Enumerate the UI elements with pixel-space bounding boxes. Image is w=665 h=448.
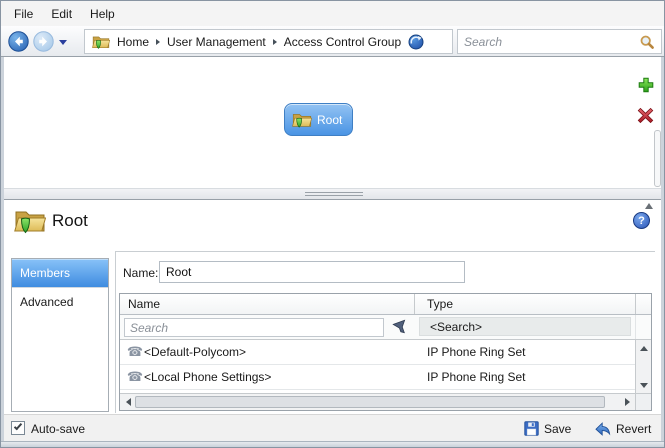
toolbar-search-input[interactable] xyxy=(458,35,639,49)
search-magnifier-icon[interactable] xyxy=(639,34,661,50)
save-label: Save xyxy=(544,422,571,436)
scroll-down-icon[interactable] xyxy=(636,379,651,391)
forward-button[interactable] xyxy=(33,31,54,55)
delete-group-button[interactable] xyxy=(637,107,654,127)
tab-advanced[interactable]: Advanced xyxy=(12,288,108,317)
window-frame-left xyxy=(1,57,4,441)
table-horizontal-scrollbar[interactable] xyxy=(120,393,635,410)
tree-node-root[interactable]: Root xyxy=(284,103,353,136)
name-input[interactable] xyxy=(159,261,465,283)
help-icon[interactable]: ? xyxy=(633,212,650,229)
tree-scrollbar-thumb[interactable] xyxy=(654,130,661,187)
breadcrumb-home[interactable]: Home xyxy=(117,35,149,49)
splitter-handle[interactable] xyxy=(4,188,663,200)
globe-refresh-icon xyxy=(408,34,424,50)
column-header-type[interactable]: Type xyxy=(414,294,635,314)
members-table: Name Type <Search> ☎ <Def xyxy=(119,293,652,411)
save-floppy-icon xyxy=(524,421,539,436)
menu-help[interactable]: Help xyxy=(81,3,124,25)
scroll-up-icon[interactable] xyxy=(636,342,651,354)
window-frame-bottom xyxy=(1,441,664,448)
help-glyph: ? xyxy=(638,215,645,227)
type-filter-dropdown[interactable]: <Search> xyxy=(419,317,631,336)
autosave-label: Auto-save xyxy=(31,422,85,436)
detail-panel: Root ? Members Advanced Name: Name Type xyxy=(4,200,663,414)
autosave-checkbox[interactable] xyxy=(11,421,25,435)
breadcrumb-separator-icon xyxy=(273,39,277,45)
scroll-up-icon[interactable] xyxy=(645,203,653,209)
splitter-grip xyxy=(305,192,363,193)
app-window: File Edit Help Home User Management Acce… xyxy=(0,0,665,448)
name-field-label: Name: xyxy=(123,266,158,280)
table-filter-row: <Search> xyxy=(120,315,651,340)
add-group-button[interactable] xyxy=(638,77,654,96)
delete-x-icon xyxy=(637,107,654,124)
table-row[interactable]: ☎ <Default-Polycom> IP Phone Ring Set xyxy=(120,340,635,365)
revert-button[interactable]: Revert xyxy=(594,415,651,442)
detail-tabs: Members Advanced xyxy=(11,258,109,412)
row-name: <Default-Polycom> xyxy=(144,345,414,359)
menu-bar: File Edit Help xyxy=(1,1,664,26)
menu-edit[interactable]: Edit xyxy=(42,3,81,25)
breadcrumb-user-management[interactable]: User Management xyxy=(167,35,266,49)
tree-node-label: Root xyxy=(317,113,342,127)
history-dropdown-icon[interactable] xyxy=(59,40,67,45)
checkmark-icon xyxy=(14,422,22,431)
window-frame-right xyxy=(661,57,664,441)
breadcrumb-separator-icon xyxy=(156,39,160,45)
tab-members[interactable]: Members xyxy=(12,259,108,288)
folder-shield-icon xyxy=(92,34,110,50)
toolbar-search xyxy=(457,29,662,54)
row-type: IP Phone Ring Set xyxy=(414,345,526,359)
scroll-left-icon[interactable] xyxy=(122,396,134,408)
table-vertical-scrollbar[interactable] xyxy=(635,340,651,393)
phone-icon: ☎ xyxy=(126,369,144,385)
plus-icon xyxy=(638,77,654,93)
forward-arrow-icon xyxy=(33,31,54,52)
folder-shield-icon xyxy=(14,207,46,235)
table-row[interactable]: ☎ <Local Phone Settings> IP Phone Ring S… xyxy=(120,365,635,390)
horizontal-scrollbar-thumb[interactable] xyxy=(135,396,605,408)
row-type: IP Phone Ring Set xyxy=(414,370,526,384)
back-button[interactable] xyxy=(8,31,29,55)
revert-arrow-icon xyxy=(594,421,611,436)
back-arrow-icon xyxy=(8,31,29,52)
status-bar: Auto-save Save Revert xyxy=(4,414,663,441)
column-header-name[interactable]: Name xyxy=(120,294,414,314)
table-search-input[interactable] xyxy=(124,318,384,337)
group-tree-panel: Root xyxy=(4,57,663,188)
scroll-right-icon[interactable] xyxy=(621,396,633,408)
page-title: Root xyxy=(52,211,88,231)
scrollbar-corner xyxy=(635,393,651,410)
table-body: ☎ <Default-Polycom> IP Phone Ring Set ☎ … xyxy=(120,340,635,393)
breadcrumb-access-control-group[interactable]: Access Control Group xyxy=(284,35,401,49)
revert-label: Revert xyxy=(616,422,651,436)
save-button[interactable]: Save xyxy=(524,415,571,442)
phone-icon: ☎ xyxy=(126,344,144,360)
column-header-spacer xyxy=(635,294,651,314)
table-header-row: Name Type xyxy=(120,294,651,315)
toolbar: Home User Management Access Control Grou… xyxy=(1,26,664,57)
filter-row-spacer xyxy=(635,315,651,339)
folder-shield-icon xyxy=(292,111,312,129)
breadcrumb: Home User Management Access Control Grou… xyxy=(84,29,453,54)
menu-file[interactable]: File xyxy=(5,3,42,25)
splitter-grip xyxy=(305,195,363,196)
filter-icon[interactable] xyxy=(390,317,411,338)
row-name: <Local Phone Settings> xyxy=(144,370,414,384)
